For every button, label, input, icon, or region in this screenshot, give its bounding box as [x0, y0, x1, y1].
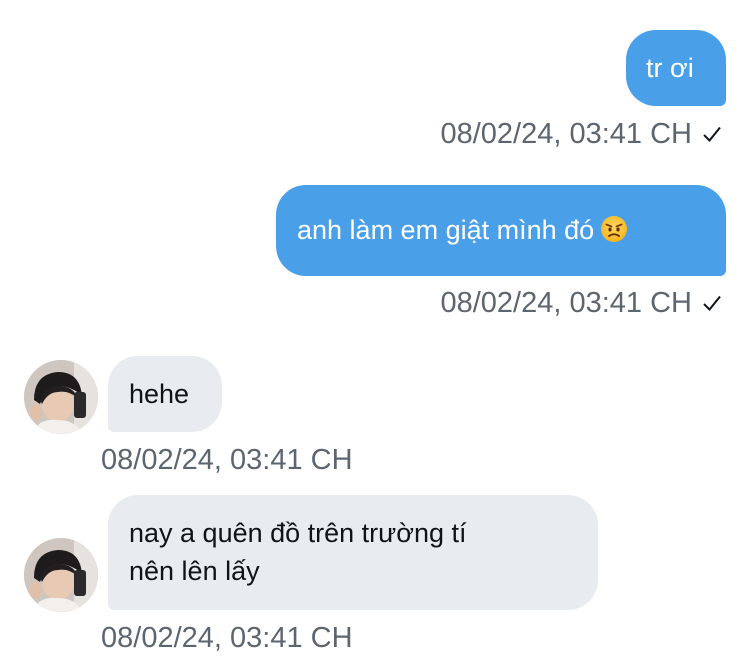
message-bubble-incoming[interactable]: hehe — [108, 356, 222, 432]
avatar-photo — [24, 538, 98, 612]
avatar-photo — [24, 360, 98, 434]
angry-face-emoji — [601, 216, 628, 242]
message-text: hehe — [129, 379, 190, 409]
message-bubble-incoming[interactable]: nay a quên đồ trên trường tí nên lên lấy — [108, 495, 598, 610]
message-text-line: nay a quên đồ trên trường tí — [129, 518, 467, 548]
check-icon — [703, 295, 721, 311]
message-timestamp: 08/02/24, 03:41 CH — [101, 622, 353, 654]
message-text: tr ơi — [646, 53, 694, 83]
message-bubble-outgoing[interactable]: anh làm em giật mình đó — [276, 185, 726, 276]
message-text: anh làm em giật mình đó — [297, 215, 595, 245]
check-icon — [703, 126, 721, 142]
message-text-line: nên lên lấy — [129, 556, 260, 586]
user-avatar[interactable] — [24, 360, 98, 434]
message-timestamp: 08/02/24, 03:41 CH — [101, 444, 353, 476]
message-timestamp: 08/02/24, 03:41 CH — [440, 286, 722, 320]
chat-thread: tr ơi 08/02/24, 03:41 CH anh làm em giật… — [0, 0, 750, 667]
message-timestamp: 08/02/24, 03:41 CH — [440, 117, 722, 151]
user-avatar[interactable] — [24, 538, 98, 612]
message-bubble-outgoing[interactable]: tr ơi — [626, 30, 726, 106]
